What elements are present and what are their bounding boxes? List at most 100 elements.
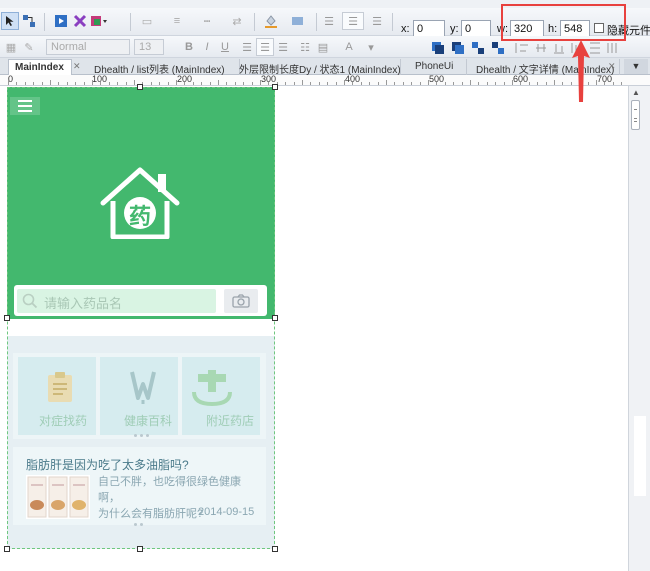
ruler-tick bbox=[428, 80, 429, 85]
align-bottom-icon[interactable]: ☰ bbox=[368, 12, 386, 30]
style-icon[interactable]: ▦ bbox=[2, 38, 20, 56]
align-top-icon[interactable]: ☰ bbox=[320, 12, 338, 30]
tab-list-dropdown-icon[interactable]: ▼ bbox=[624, 59, 648, 74]
horizontal-ruler: 0 100 200 300 400 500 600 700 bbox=[0, 74, 650, 86]
line-style-icon[interactable]: ┅ bbox=[198, 12, 216, 30]
y-label: y: bbox=[450, 23, 459, 35]
ruler-tick bbox=[58, 82, 59, 85]
tab-phoneui[interactable]: PhoneUi bbox=[409, 59, 467, 75]
ruler-tick bbox=[378, 82, 379, 85]
ruler-tick bbox=[84, 82, 85, 85]
shadow-icon[interactable] bbox=[290, 12, 308, 30]
resize-handle[interactable] bbox=[137, 546, 143, 552]
ruler-tick bbox=[168, 82, 169, 85]
publish-icon[interactable] bbox=[90, 12, 108, 30]
menu-bar bbox=[0, 0, 650, 8]
ruler-tick bbox=[8, 80, 9, 85]
italic-button[interactable]: I bbox=[198, 38, 216, 56]
scrollbar-thumb[interactable] bbox=[631, 100, 640, 130]
ruler-tick bbox=[42, 82, 43, 85]
fill-style-icon[interactable]: ▭ bbox=[138, 12, 156, 30]
ruler-tick bbox=[546, 82, 547, 85]
font-family-select[interactable]: Normal bbox=[46, 39, 130, 55]
ruler-tick bbox=[621, 82, 622, 85]
ruler-tick bbox=[50, 80, 51, 85]
bold-button[interactable]: B bbox=[180, 38, 198, 56]
ruler-tick bbox=[218, 80, 219, 85]
ruler-tick bbox=[319, 82, 320, 85]
ruler-tick bbox=[604, 82, 605, 85]
annotation-arrow-icon bbox=[570, 40, 592, 102]
ruler-tick bbox=[344, 80, 345, 85]
share-icon[interactable] bbox=[71, 12, 89, 30]
align-center-icon[interactable]: ☰ bbox=[256, 38, 274, 56]
ruler-tick bbox=[411, 82, 412, 85]
ruler-tick bbox=[294, 82, 295, 85]
ruler-tick bbox=[159, 82, 160, 85]
ruler-tick bbox=[33, 82, 34, 85]
resize-handle[interactable] bbox=[137, 84, 143, 90]
fill-color-icon[interactable] bbox=[262, 12, 280, 30]
ruler-tick bbox=[512, 80, 513, 85]
connector-tool-icon[interactable] bbox=[20, 12, 38, 30]
ruler-tick bbox=[596, 80, 597, 85]
text-more-icon[interactable]: ▾ bbox=[362, 38, 380, 56]
ruler-tick bbox=[470, 80, 471, 85]
ruler-tick bbox=[302, 80, 303, 85]
ruler-tick bbox=[310, 82, 311, 85]
ruler-tick bbox=[75, 82, 76, 85]
align-middle-icon[interactable]: ☰ bbox=[342, 12, 364, 30]
pointer-tool-icon[interactable] bbox=[1, 12, 19, 30]
ruler-tick bbox=[352, 82, 353, 85]
bullet-list-icon[interactable]: ☷ bbox=[296, 38, 314, 56]
ruler-tick bbox=[176, 80, 177, 85]
ruler-tick bbox=[436, 82, 437, 85]
close-tab-icon[interactable]: ✕ bbox=[608, 61, 616, 72]
resize-handle[interactable] bbox=[4, 315, 10, 321]
ruler-tick bbox=[327, 82, 328, 85]
ruler-tick bbox=[403, 82, 404, 85]
tab-state[interactable]: 外层限制长度Dy / 状态1 (MainIndex) bbox=[233, 59, 401, 75]
underline-button[interactable]: U bbox=[216, 38, 234, 56]
resize-handle[interactable] bbox=[272, 315, 278, 321]
ruler-tick bbox=[285, 82, 286, 85]
ruler-tick bbox=[126, 82, 127, 85]
font-size-select[interactable]: 13 bbox=[134, 39, 164, 55]
ruler-tick bbox=[151, 82, 152, 85]
ruler-tick bbox=[394, 82, 395, 85]
resize-handle[interactable] bbox=[272, 84, 278, 90]
tab-text-detail[interactable]: Dhealth / 文字详情 (MainIndex) bbox=[470, 59, 620, 75]
hide-checkbox[interactable] bbox=[594, 23, 604, 33]
text-top-icon[interactable]: ▤ bbox=[314, 38, 332, 56]
vertical-scrollbar[interactable]: ▲ bbox=[628, 86, 650, 571]
ruler-tick bbox=[117, 82, 118, 85]
ruler-tick bbox=[252, 82, 253, 85]
ruler-tick bbox=[243, 82, 244, 85]
font-color-icon[interactable]: A bbox=[340, 38, 358, 56]
document-tabs: MainIndex ✕ Dhealth / list列表 (MainIndex)… bbox=[0, 58, 650, 75]
ruler-tick bbox=[109, 82, 110, 85]
tab-mainindex[interactable]: MainIndex bbox=[8, 59, 72, 75]
w-label: w: bbox=[497, 23, 508, 35]
selected-widget[interactable] bbox=[7, 87, 275, 549]
ruler-tick bbox=[462, 82, 463, 85]
ruler-tick bbox=[369, 82, 370, 85]
close-tab-icon[interactable]: ✕ bbox=[73, 61, 81, 72]
line-width-icon[interactable]: ≡ bbox=[168, 12, 186, 30]
ruler-tick bbox=[445, 82, 446, 85]
x-label: x: bbox=[401, 23, 410, 35]
align-left-icon[interactable]: ☰ bbox=[238, 38, 256, 56]
tab-list[interactable]: Dhealth / list列表 (MainIndex) bbox=[88, 59, 240, 75]
arrow-style-icon[interactable]: ⇄ bbox=[228, 12, 246, 30]
resize-handle[interactable] bbox=[4, 546, 10, 552]
resize-handle[interactable] bbox=[272, 546, 278, 552]
main-toolbar: ▭ ≡ ┅ ⇄ ☰ ☰ ☰ x: y: w: h: 隐藏元件 bbox=[0, 8, 650, 38]
ruler-tick bbox=[193, 82, 194, 85]
preview-icon[interactable] bbox=[52, 12, 70, 30]
ruler-tick bbox=[537, 82, 538, 85]
ruler-tick bbox=[336, 82, 337, 85]
align-right-icon[interactable]: ☰ bbox=[274, 38, 292, 56]
scroll-up-icon[interactable]: ▲ bbox=[632, 88, 640, 97]
ruler-tick bbox=[210, 82, 211, 85]
format-painter-icon[interactable]: ✎ bbox=[20, 38, 38, 56]
